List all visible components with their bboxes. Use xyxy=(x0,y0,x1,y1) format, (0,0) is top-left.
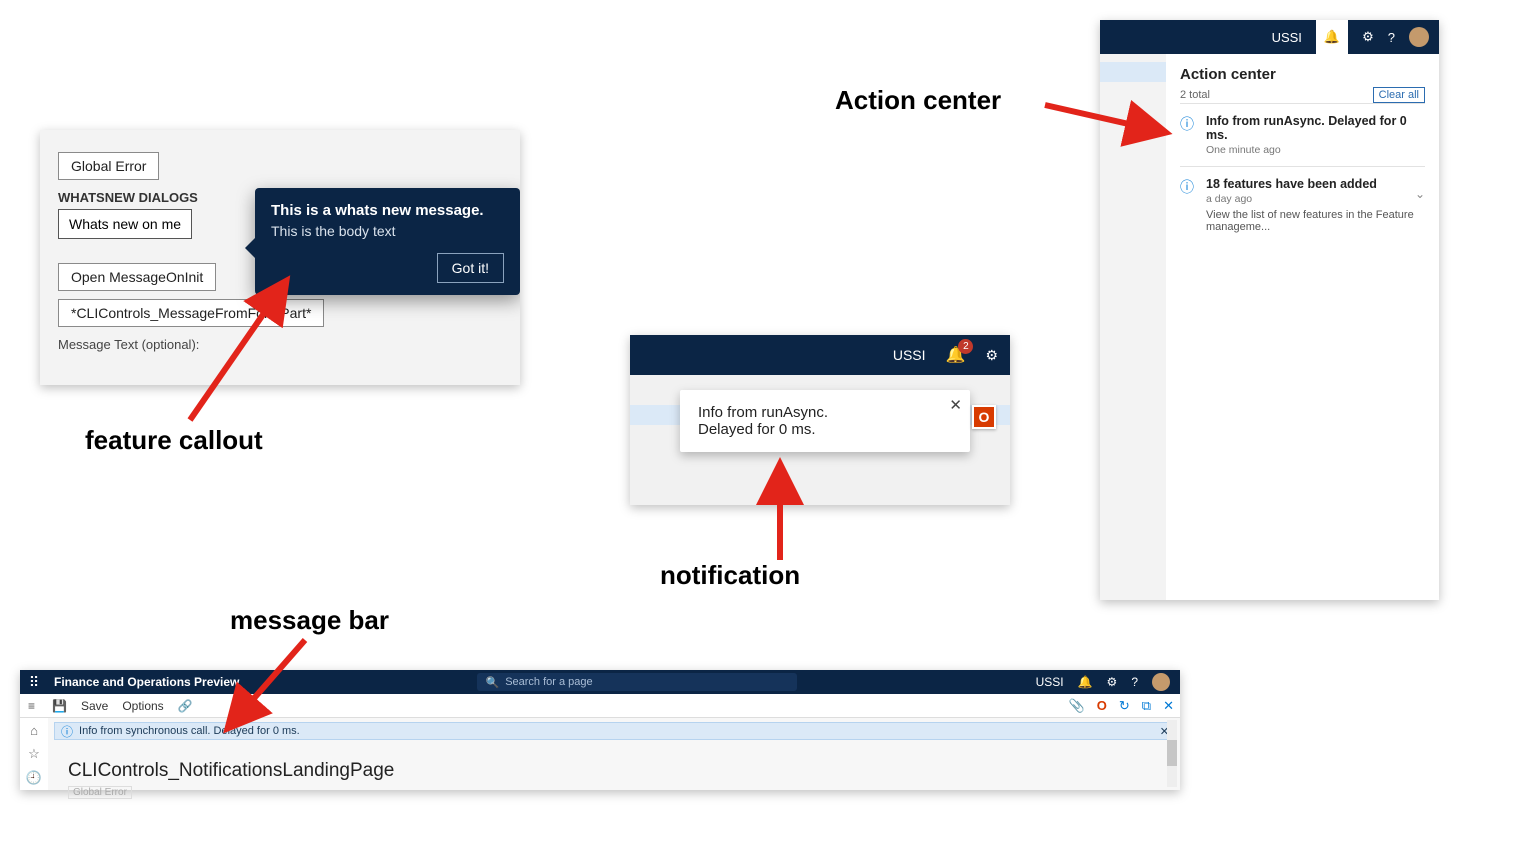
ghost-label: Global Error xyxy=(68,786,132,799)
page-title: CLIControls_NotificationsLandingPage xyxy=(68,760,1180,782)
save-icon[interactable]: 💾 xyxy=(52,699,67,713)
action-center-title: Action center xyxy=(1180,66,1425,83)
office-icon[interactable]: O xyxy=(972,405,996,429)
toast-line1: Info from runAsync. xyxy=(698,404,952,421)
arrow-notification xyxy=(760,460,840,570)
arrow-message-bar xyxy=(215,635,335,735)
home-icon[interactable]: ⌂ xyxy=(30,723,38,738)
toast-line2: Delayed for 0 ms. xyxy=(698,421,952,438)
popout-icon[interactable]: ⧉ xyxy=(1142,698,1151,714)
share-icon[interactable]: 🔗 xyxy=(178,699,193,713)
arrow-feature-callout xyxy=(170,270,330,430)
search-input[interactable]: 🔍 Search for a page xyxy=(477,673,797,691)
tenant-label: USSI xyxy=(1272,30,1302,45)
notification-header: USSI 🔔2 ⚙ xyxy=(630,335,1010,375)
message-bar-panel: ⠿ Finance and Operations Preview 🔍 Searc… xyxy=(20,670,1180,790)
tenant-label: USSI xyxy=(893,347,926,363)
hamburger-icon[interactable]: ≡ xyxy=(28,699,35,713)
close-icon[interactable]: ✕ xyxy=(1163,698,1174,714)
recent-icon[interactable]: 🕘 xyxy=(26,770,42,786)
scrollbar[interactable] xyxy=(1167,720,1177,787)
gear-icon[interactable]: ⚙ xyxy=(985,347,998,364)
toolbar: ≡ 💾 Save Options 🔗 📎 O ↻ ⧉ ✕ xyxy=(20,694,1180,718)
office-icon[interactable]: O xyxy=(1097,698,1107,714)
gear-icon[interactable]: ⚙ xyxy=(1362,29,1374,45)
bell-icon[interactable]: 🔔 xyxy=(1078,675,1093,689)
help-icon[interactable]: ? xyxy=(1131,675,1138,689)
action-item[interactable]: ⓘ 18 features have been added a day ago … xyxy=(1180,166,1425,243)
save-button[interactable]: Save xyxy=(81,699,108,713)
arrow-action-center xyxy=(1035,90,1175,150)
close-icon[interactable]: ✕ xyxy=(949,396,962,414)
item-title: Info from runAsync. Delayed for 0 ms. xyxy=(1206,114,1425,142)
item-subtitle: a day ago xyxy=(1206,193,1425,205)
tenant-label: USSI xyxy=(1036,675,1064,689)
avatar[interactable] xyxy=(1409,27,1429,47)
attach-icon[interactable]: 📎 xyxy=(1069,698,1085,714)
global-error-button[interactable]: Global Error xyxy=(58,152,159,180)
search-placeholder: Search for a page xyxy=(505,676,592,688)
chevron-down-icon[interactable]: ⌄ xyxy=(1415,187,1425,201)
avatar[interactable] xyxy=(1152,673,1170,691)
waffle-icon[interactable]: ⠿ xyxy=(20,674,48,691)
callout-body: This is the body text xyxy=(271,223,504,239)
star-icon[interactable]: ☆ xyxy=(28,746,40,762)
action-center-topbar: USSI 🔔 ⚙ ? xyxy=(1100,20,1439,54)
bell-icon[interactable]: 🔔2 xyxy=(946,345,966,365)
options-button[interactable]: Options xyxy=(122,699,163,713)
got-it-button[interactable]: Got it! xyxy=(437,253,504,283)
whats-new-button[interactable]: Whats new on me xyxy=(58,209,192,239)
anno-action-center: Action center xyxy=(835,85,1001,116)
search-icon: 🔍 xyxy=(485,676,499,689)
toast-message: ✕ Info from runAsync. Delayed for 0 ms. xyxy=(680,390,970,452)
scrollbar-thumb[interactable] xyxy=(1167,740,1177,766)
info-icon: ⓘ xyxy=(1180,114,1196,156)
messagebar-topbar: ⠿ Finance and Operations Preview 🔍 Searc… xyxy=(20,670,1180,694)
gear-icon[interactable]: ⚙ xyxy=(1107,675,1118,689)
callout-title: This is a whats new message. xyxy=(271,202,504,219)
app-title: Finance and Operations Preview xyxy=(48,675,239,689)
bell-icon[interactable]: 🔔 xyxy=(1316,20,1348,54)
clear-all-button[interactable]: Clear all xyxy=(1373,87,1425,103)
anno-message-bar: message bar xyxy=(230,605,389,636)
info-icon: ⓘ xyxy=(61,723,73,740)
help-icon[interactable]: ? xyxy=(1388,30,1395,45)
item-subtitle: One minute ago xyxy=(1206,144,1425,156)
item-detail: View the list of new features in the Fea… xyxy=(1206,209,1425,233)
info-icon: ⓘ xyxy=(1180,177,1196,233)
total-count: 2 total xyxy=(1180,89,1210,101)
item-title: 18 features have been added xyxy=(1206,177,1425,191)
notification-badge: 2 xyxy=(958,339,973,354)
action-item[interactable]: ⓘ Info from runAsync. Delayed for 0 ms. … xyxy=(1180,103,1425,166)
refresh-icon[interactable]: ↻ xyxy=(1119,698,1130,714)
